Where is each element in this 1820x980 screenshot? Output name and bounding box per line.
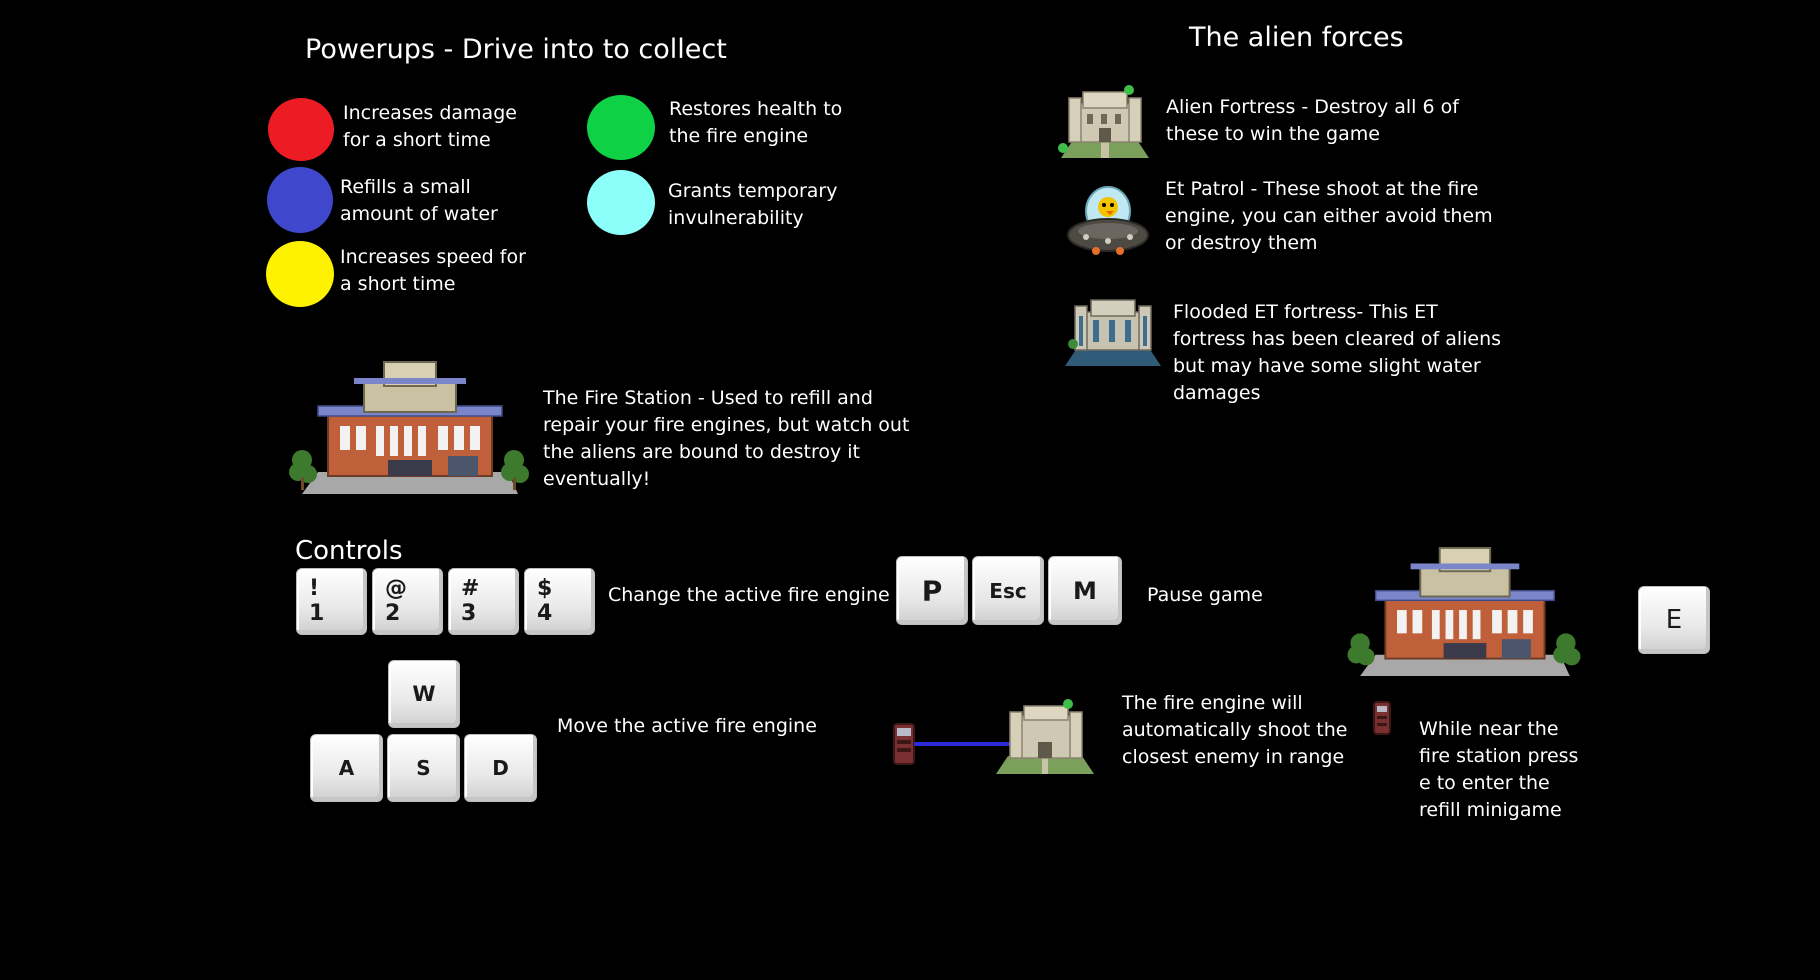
water-powerup-text: Refills a small amount of water	[340, 176, 498, 225]
water-powerup-orb	[267, 167, 333, 233]
key-d: D	[464, 734, 537, 802]
flooded-fortress-icon	[1065, 299, 1161, 366]
damage-powerup-text: Increases damage for a short time	[343, 102, 517, 151]
health-powerup-text: Restores health to the fire engine	[669, 98, 843, 147]
small-fire-engine-icon	[1373, 701, 1391, 735]
alien-forces-heading: The alien forces	[1189, 22, 1404, 53]
controls-heading: Controls	[295, 536, 403, 566]
health-powerup-orb	[587, 95, 655, 160]
invulnerability-powerup-text: Grants temporary invulnerability	[668, 180, 838, 229]
refill-text: While near the fire station press e to e…	[1419, 718, 1579, 821]
speed-powerup-text: Increases speed for a short time	[340, 246, 526, 295]
move-text: Move the active fire engine	[557, 715, 817, 737]
et-patrol-icon	[1067, 186, 1149, 255]
key-1: ! 1	[296, 568, 367, 635]
key-esc: Esc	[972, 556, 1044, 625]
key-3: #3	[448, 568, 519, 635]
speed-powerup-orb	[266, 241, 334, 307]
pause-text: Pause game	[1147, 584, 1263, 606]
damage-powerup-orb	[268, 98, 334, 161]
et-patrol-text: Et Patrol - These shoot at the fire engi…	[1165, 178, 1493, 254]
shoot-text: The fire engine will automatically shoot…	[1122, 692, 1348, 768]
alien-fortress-text: Alien Fortress - Destroy all 6 of these …	[1166, 96, 1459, 145]
key-m: M	[1048, 556, 1122, 625]
key-e: E	[1638, 586, 1710, 654]
key-s: S	[387, 734, 460, 802]
fire-station-icon	[289, 361, 529, 494]
change-engine-text: Change the active fire engine	[608, 584, 890, 606]
fire-station-text: The Fire Station - Used to refill and re…	[543, 387, 910, 490]
flooded-fortress-text: Flooded ET fortress- This ET fortress ha…	[1173, 301, 1502, 404]
powerups-heading: Powerups - Drive into to collect	[305, 34, 727, 65]
fire-engine-shooting-icon	[893, 699, 1094, 774]
key-2: @2	[372, 568, 443, 635]
invulnerability-powerup-orb	[587, 170, 655, 235]
key-p: P	[896, 556, 968, 625]
key-w: W	[388, 660, 460, 728]
refill-fire-station-icon	[1347, 546, 1581, 677]
key-a: A	[310, 734, 383, 802]
key-4: $4	[524, 568, 595, 635]
alien-fortress-icon	[1058, 85, 1149, 158]
